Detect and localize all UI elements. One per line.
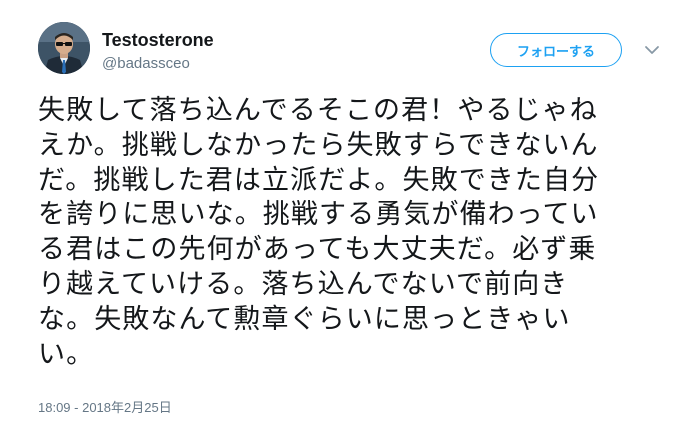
tweet-text-line: えか。挑戦しなかったら失敗すらできないん [38,129,599,161]
tweet-text: 失敗して落ち込んでるそこの君！やるじゃね えか。挑戦しなかったら失敗すらできない… [38,94,678,372]
tweet-text-line: を誇りに思いな。挑戦する勇気が備わってい [38,199,599,231]
avatar-image [38,22,90,74]
display-name[interactable]: Testosterone [102,30,214,51]
follow-button[interactable]: フォローする [490,33,622,67]
tweet-text-line: だ。挑戦した君は立派だよ。失敗できた自分 [38,164,600,196]
avatar[interactable] [38,22,90,74]
tweet-text-line: い。 [38,338,95,370]
more-menu-button[interactable] [643,41,661,59]
tweet-text-line: 失敗して落ち込んでるそこの君！やるじゃね [38,95,598,126]
tweet-text-line: り越えていける。落ち込んでないで前向き [38,268,569,300]
user-handle[interactable]: @badassceo [102,55,190,72]
tweet-timestamp[interactable]: 18:09 - 2018年2月25日 [38,397,172,416]
tweet-text-line: な。失敗なんて勲章ぐらいに思っときゃい [38,303,571,335]
chevron-down-icon [645,46,659,54]
tweet-card: Testosterone @badassceo フォローする 失敗して落ち込んで… [0,0,700,424]
tweet-text-line: る君はこの先何があっても大丈夫だ。必ず乗 [38,234,597,266]
